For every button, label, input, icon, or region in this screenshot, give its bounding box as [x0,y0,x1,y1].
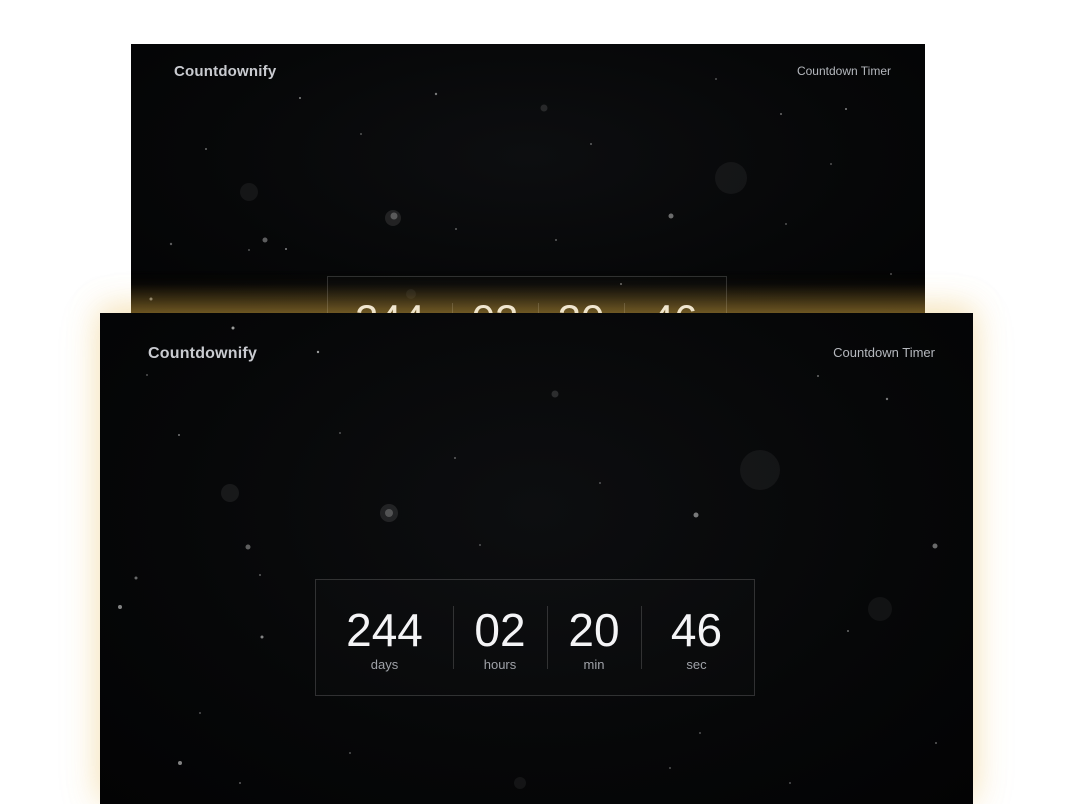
preview-screen-front: Countdownify Countdown Timer 244 days 02… [100,313,973,804]
sec-value: 46 [670,604,723,656]
days-value: 244 [346,604,423,656]
preview-screen-back: Countdownify Countdown Timer 244 days 02… [131,44,925,324]
hours-label: hours [483,657,517,672]
brand-logo[interactable]: Countdownify [148,345,257,363]
starfield-background [118,326,938,789]
countdown-min: 20 min [547,580,641,695]
countdown-hours: 02 hours [453,580,547,695]
min-label: min [583,657,605,672]
nav-link-countdown-timer[interactable]: Countdown Timer [833,345,935,360]
brand-logo[interactable]: Countdownify [174,63,276,80]
nav-link-countdown-timer[interactable]: Countdown Timer [797,64,891,78]
hours-value: 02 [474,604,526,656]
min-value: 20 [568,604,620,656]
sec-label: sec [686,657,707,672]
countdown-sec: 46 sec [641,580,752,695]
countdown-days: 244 days [316,580,453,695]
showcase-stage: Countdownify Countdown Timer 244 days 02… [0,0,1070,804]
countdown-panel: 244 days 02 hours 20 min 46 sec [315,579,755,696]
days-label: days [370,657,399,672]
